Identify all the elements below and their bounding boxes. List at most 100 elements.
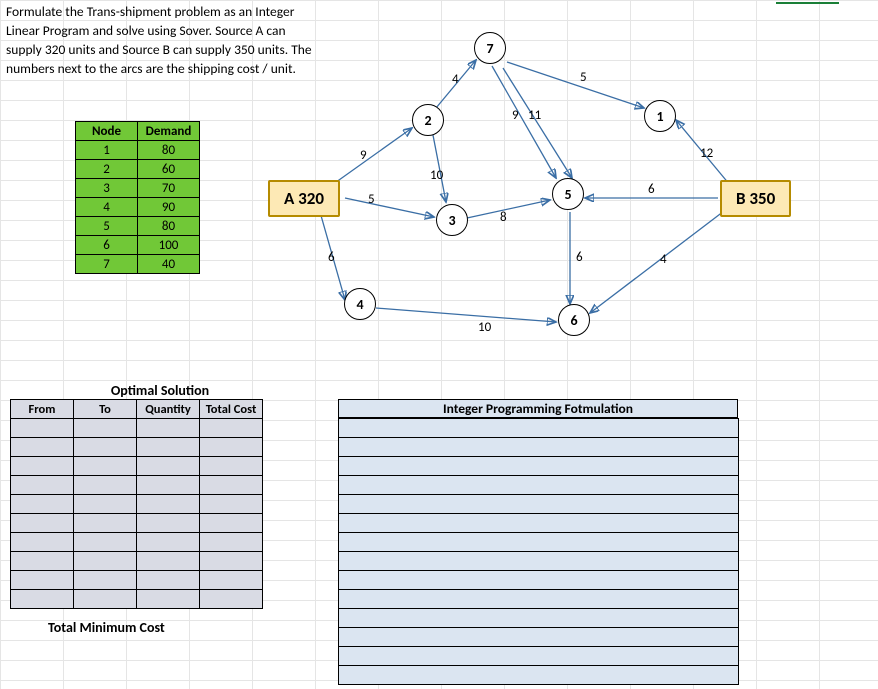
arc-cost: 6 [576, 250, 583, 265]
selected-cell-border [776, 0, 839, 4]
opt-cell[interactable] [11, 457, 74, 476]
opt-cell[interactable] [200, 476, 263, 495]
demand-cell: 5 [76, 217, 138, 236]
opt-cell[interactable] [137, 552, 200, 571]
demand-cell: 6 [76, 236, 138, 255]
ip-formulation-table[interactable] [338, 418, 739, 685]
ip-cell[interactable] [339, 476, 739, 495]
arc-cost: 9 [360, 148, 367, 163]
opt-cell[interactable] [74, 476, 137, 495]
opt-cell[interactable] [74, 457, 137, 476]
node-6: 6 [558, 304, 590, 336]
arc-cost: 5 [580, 70, 587, 85]
opt-cell[interactable] [74, 571, 137, 590]
node-4: 4 [344, 288, 376, 320]
opt-cell[interactable] [137, 419, 200, 438]
demand-cell: 60 [138, 160, 200, 179]
opt-cell[interactable] [137, 590, 200, 609]
opt-cell[interactable] [200, 514, 263, 533]
opt-cell[interactable] [137, 514, 200, 533]
ip-cell[interactable] [339, 552, 739, 571]
opt-cell[interactable] [137, 571, 200, 590]
demand-cell: 2 [76, 160, 138, 179]
opt-cell[interactable] [74, 514, 137, 533]
node-5: 5 [552, 178, 584, 210]
opt-cell[interactable] [74, 419, 137, 438]
optimal-solution-table[interactable]: From To Quantity Total Cost [10, 399, 263, 609]
opt-cell[interactable] [200, 438, 263, 457]
opt-cell[interactable] [200, 552, 263, 571]
opt-cell[interactable] [200, 419, 263, 438]
arc-cost: 9 [512, 108, 519, 123]
opt-cell[interactable] [200, 457, 263, 476]
opt-cell[interactable] [74, 552, 137, 571]
opt-cell[interactable] [11, 571, 74, 590]
ip-cell[interactable] [339, 419, 739, 438]
opt-cell[interactable] [11, 438, 74, 457]
ip-cell[interactable] [339, 666, 739, 685]
arc-cost: 4 [660, 252, 667, 267]
network-diagram: A 320 B 350 7 2 1 3 5 4 6 9 5 6 4 10 8 9… [260, 20, 820, 350]
node-3: 3 [436, 204, 468, 236]
ip-cell[interactable] [339, 590, 739, 609]
opt-cell[interactable] [11, 476, 74, 495]
opt-cell[interactable] [200, 571, 263, 590]
opt-cell[interactable] [137, 476, 200, 495]
node-2: 2 [412, 104, 444, 136]
source-a-box: A 320 [268, 180, 340, 217]
opt-cell[interactable] [74, 590, 137, 609]
arc-cost: 10 [430, 168, 443, 183]
opt-cell[interactable] [11, 552, 74, 571]
opt-cell[interactable] [11, 533, 74, 552]
node-7: 7 [474, 32, 506, 64]
ip-cell[interactable] [339, 571, 739, 590]
ip-cell[interactable] [339, 609, 739, 628]
ip-cell[interactable] [339, 514, 739, 533]
opt-cell[interactable] [11, 419, 74, 438]
opt-cell[interactable] [11, 514, 74, 533]
ip-cell[interactable] [339, 438, 739, 457]
opt-header-to: To [74, 400, 137, 419]
demand-cell: 80 [138, 217, 200, 236]
ip-cell[interactable] [339, 628, 739, 647]
arc-cost: 5 [368, 192, 375, 207]
arc-cost: 11 [528, 108, 541, 123]
demand-cell: 90 [138, 198, 200, 217]
opt-cell[interactable] [200, 590, 263, 609]
demand-header-node: Node [76, 122, 138, 141]
demand-header-demand: Demand [138, 122, 200, 141]
demand-cell: 1 [76, 141, 138, 160]
source-b-box: B 350 [720, 180, 791, 217]
opt-cell[interactable] [137, 495, 200, 514]
arc-cost: 8 [500, 210, 507, 225]
arc-cost: 12 [700, 146, 713, 161]
demand-cell: 40 [138, 255, 200, 274]
ip-cell[interactable] [339, 457, 739, 476]
arc-cost: 6 [328, 250, 335, 265]
opt-header-cost: Total Cost [200, 400, 263, 419]
ip-cell[interactable] [339, 533, 739, 552]
ip-cell[interactable] [339, 495, 739, 514]
opt-header-qty: Quantity [137, 400, 200, 419]
opt-cell[interactable] [200, 495, 263, 514]
opt-cell[interactable] [137, 533, 200, 552]
ip-formulation-title: Integer Programming Fotmulation [338, 399, 738, 418]
opt-cell[interactable] [74, 533, 137, 552]
demand-cell: 80 [138, 141, 200, 160]
opt-header-from: From [11, 400, 74, 419]
node-1: 1 [644, 100, 676, 132]
demand-cell: 100 [138, 236, 200, 255]
opt-cell[interactable] [74, 495, 137, 514]
demand-cell: 4 [76, 198, 138, 217]
opt-cell[interactable] [74, 438, 137, 457]
demand-cell: 7 [76, 255, 138, 274]
opt-cell[interactable] [137, 457, 200, 476]
opt-cell[interactable] [137, 438, 200, 457]
opt-cell[interactable] [11, 590, 74, 609]
demand-cell: 3 [76, 179, 138, 198]
opt-cell[interactable] [200, 533, 263, 552]
demand-table: Node Demand 180 260 370 490 580 6100 740 [75, 121, 200, 274]
opt-cell[interactable] [11, 495, 74, 514]
total-minimum-cost-label: Total Minimum Cost [48, 619, 165, 636]
ip-cell[interactable] [339, 647, 739, 666]
